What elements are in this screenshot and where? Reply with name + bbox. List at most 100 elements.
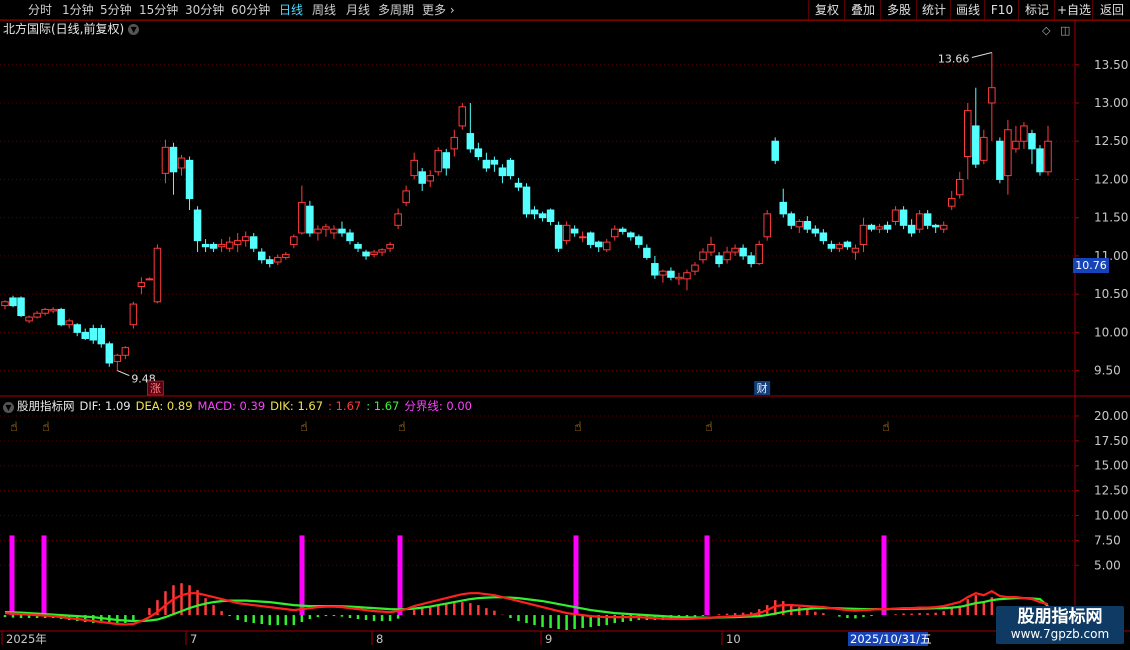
xaxis-label: 8: [376, 632, 383, 646]
candle-body: [819, 232, 828, 242]
watermark-line2: www.7gpzb.com: [1010, 627, 1110, 641]
candle-body: [129, 303, 138, 326]
price-tick-label: 10.50: [1094, 287, 1128, 301]
candle-body: [185, 159, 194, 200]
candle-body: [955, 178, 964, 196]
watermark-line1: 股朋指标网: [1017, 607, 1103, 627]
candle-body: [386, 243, 394, 249]
candle-body: [57, 308, 65, 326]
candle-body: [635, 236, 643, 245]
candle-body: [49, 308, 57, 312]
candle-body: [490, 159, 499, 165]
signal-pillar: [704, 535, 710, 616]
indicator-tick-label: 20.00: [1094, 409, 1128, 423]
candle-body: [1028, 133, 1036, 150]
candle-body: [33, 312, 41, 318]
candle-body: [410, 159, 418, 177]
candle-body: [980, 136, 988, 161]
pointing-hand-icon: ☝: [882, 420, 890, 435]
candle-body: [538, 213, 547, 219]
candle-body: [209, 243, 218, 249]
candle-body: [257, 251, 266, 261]
candle-body: [947, 198, 956, 207]
price-tick-label: 9.50: [1094, 364, 1121, 378]
candle-body: [771, 140, 779, 161]
candle-body: [586, 232, 595, 245]
candle-body: [883, 224, 892, 230]
candle-body: [458, 106, 467, 127]
candle-body: [996, 140, 1004, 180]
candle-body: [9, 297, 17, 307]
candle-body: [97, 328, 106, 345]
candle-body: [113, 354, 122, 362]
candle-body: [763, 213, 771, 238]
candle-body: [330, 228, 338, 234]
indicator-tick-label: 7.50: [1094, 533, 1121, 547]
candle-body: [530, 209, 539, 215]
candle-body: [851, 247, 860, 253]
candle-body: [939, 224, 948, 230]
candle-body: [1036, 148, 1044, 173]
candle-body: [554, 224, 563, 249]
indicator-tick-label: 12.50: [1094, 484, 1128, 498]
candle-body: [474, 148, 483, 158]
candle-body: [835, 243, 844, 249]
candle-body: [755, 243, 763, 265]
signal-pillar: [41, 535, 47, 616]
candle-body: [546, 209, 555, 222]
candle-body: [562, 224, 571, 242]
candle-body: [394, 213, 402, 226]
candle-body: [370, 251, 378, 255]
pointing-hand-icon: ☝: [42, 420, 50, 435]
candle-body: [241, 236, 250, 242]
candle-body: [1004, 129, 1012, 177]
candle-body: [795, 220, 804, 228]
candle-body: [249, 236, 258, 249]
candle-body: [274, 256, 282, 263]
signal-pillar: [299, 535, 305, 616]
candle-body: [1020, 125, 1028, 142]
price-tick-label: 12.00: [1094, 172, 1128, 186]
pointing-hand-icon: ☝: [398, 420, 406, 435]
candle-body: [426, 175, 434, 182]
candle-body: [731, 247, 739, 253]
candle-body: [290, 236, 298, 245]
low-marker-arrow: [117, 370, 130, 377]
candle-body: [442, 152, 451, 169]
zhang-badge-text: 涨: [150, 382, 161, 395]
candle-body: [707, 243, 715, 253]
candle-body: [907, 224, 916, 234]
candle-body: [827, 243, 836, 249]
candle-body: [627, 232, 635, 238]
indicator-tick-label: 17.50: [1094, 434, 1128, 448]
candle-body: [691, 264, 699, 272]
candle-body: [1012, 140, 1020, 150]
candle-body: [1, 301, 9, 307]
xaxis-label: 10: [726, 632, 741, 646]
candle-body: [65, 320, 73, 326]
candle-body: [378, 249, 386, 253]
candle-body: [506, 159, 515, 177]
candle-body: [875, 226, 884, 230]
candle-body: [41, 308, 49, 314]
chart-canvas[interactable]: 9.5010.0010.5011.0011.5012.0012.5013.001…: [0, 0, 1130, 650]
candle-body: [450, 136, 459, 150]
candle-body: [843, 241, 852, 248]
candle-body: [153, 247, 162, 303]
candle-body: [891, 209, 900, 222]
candle-body: [81, 331, 89, 339]
candle-body: [723, 251, 731, 261]
candle-body: [314, 228, 322, 234]
candle-body: [266, 259, 274, 265]
pointing-hand-icon: ☝: [300, 420, 308, 435]
candle-body: [570, 228, 579, 234]
signal-pillar: [881, 535, 887, 616]
candle-body: [739, 247, 747, 257]
candle-body: [17, 297, 25, 317]
candle-body: [306, 205, 314, 234]
candle-body: [602, 241, 611, 251]
candle-body: [619, 228, 627, 232]
candle-body: [715, 255, 723, 265]
price-tick-label: 13.50: [1094, 58, 1128, 72]
candle-body: [225, 241, 234, 249]
